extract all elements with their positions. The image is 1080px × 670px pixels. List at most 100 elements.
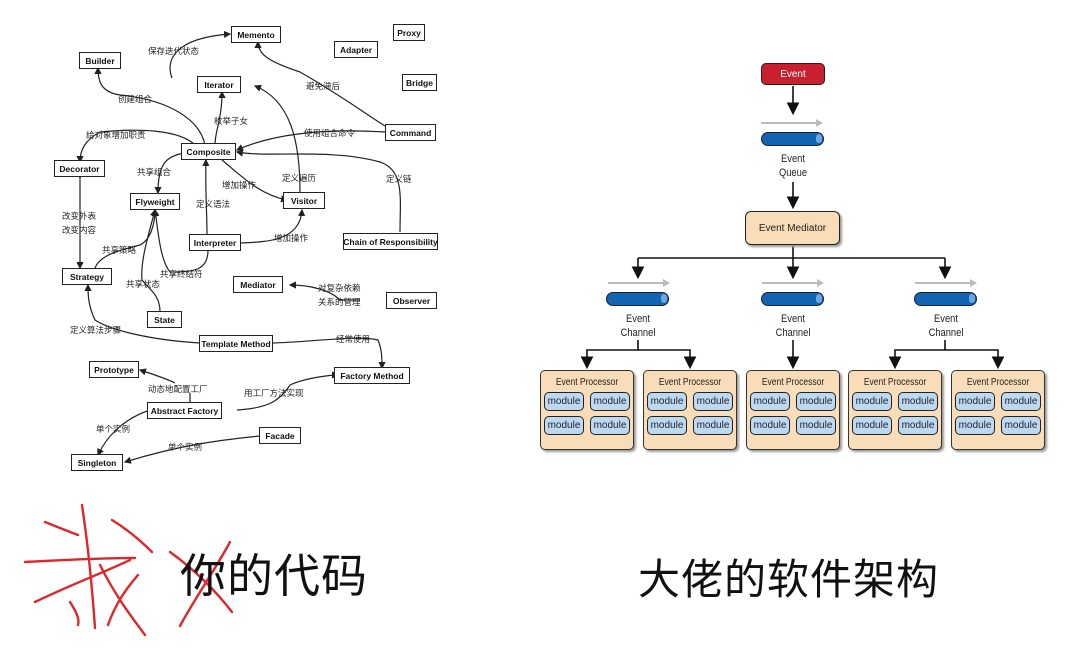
pattern-singleton: Singleton xyxy=(71,454,123,471)
channel-direction-arrow xyxy=(608,279,670,287)
label-define-algorithm-steps: 定义算法步骤 xyxy=(70,326,122,336)
event-processor: Event Processor module module module mod… xyxy=(643,370,737,450)
event-processor-title: Event Processor xyxy=(966,377,1030,388)
label-single-instance-2: 单个实例 xyxy=(168,443,203,453)
event-channel-label: Event Channel xyxy=(921,312,972,340)
label-use-composite-command: 使用组合命令 xyxy=(304,129,356,139)
event-queue-label-line1: Event xyxy=(781,153,805,165)
module: module xyxy=(544,416,584,435)
caption-your-code: 你的代码 xyxy=(180,540,368,606)
label-enumerate-children: 枚举子女 xyxy=(214,117,249,127)
label-share-strategy: 共享策略 xyxy=(102,246,137,256)
module: module xyxy=(898,392,938,411)
scribble-stroke xyxy=(33,558,132,604)
label-define-traversal: 定义遍历 xyxy=(282,174,317,184)
module: module xyxy=(796,416,836,435)
event-mediator-node: Event Mediator xyxy=(745,211,840,245)
label-share-composite: 共享组合 xyxy=(137,168,172,178)
event-queue-label-line2: Queue xyxy=(778,167,808,179)
event-architecture-diagram: Event Event Queue Event Mediator Event C… xyxy=(520,0,1080,490)
event-channel-label-line2: Channel xyxy=(928,327,964,339)
module: module xyxy=(590,416,630,435)
label-create-composite: 创建组合 xyxy=(118,95,153,105)
event-queue-label: Event Queue xyxy=(768,152,819,180)
pattern-template-method: Template Method xyxy=(199,335,273,352)
pattern-abstract-factory: Abstract Factory xyxy=(147,402,222,419)
module: module xyxy=(750,416,790,435)
channel-direction-arrow xyxy=(762,279,824,287)
line-channel3-split-b xyxy=(945,349,1005,370)
event-channel-label: Event Channel xyxy=(768,312,819,340)
pattern-composite: Composite xyxy=(181,143,236,160)
pattern-adapter: Adapter xyxy=(334,41,378,58)
pattern-command: Command xyxy=(385,124,436,141)
module: module xyxy=(1001,416,1041,435)
event-label: Event xyxy=(780,68,806,80)
label-add-operations-2: 增加操作 xyxy=(274,234,309,244)
pattern-facade: Facade xyxy=(259,427,301,444)
label-single-instance-1: 单个实例 xyxy=(96,425,131,435)
event-channel-label: Event Channel xyxy=(613,312,664,340)
label-change-guts: 改变内容 xyxy=(62,226,97,236)
pattern-connectors xyxy=(76,30,402,464)
event-mediator-label: Event Mediator xyxy=(758,222,827,234)
caption-your-code-text: 你的代码 xyxy=(180,549,368,603)
pattern-proxy: Proxy xyxy=(393,24,425,41)
event-channel-label-line1: Event xyxy=(626,313,650,325)
scribble-stroke xyxy=(110,518,154,554)
caption-expert-architecture: 大佬的软件架构 xyxy=(638,555,940,604)
module: module xyxy=(544,392,584,411)
pattern-visitor: Visitor xyxy=(283,192,325,209)
line-channel3-split xyxy=(888,340,946,370)
pattern-interpreter: Interpreter xyxy=(189,234,241,251)
pattern-flyweight: Flyweight xyxy=(130,193,180,210)
module: module xyxy=(750,392,790,411)
label-configure-factory: 动态地配置工厂 xyxy=(148,385,208,395)
event-channel-label-line1: Event xyxy=(934,313,958,325)
module: module xyxy=(955,392,995,411)
module: module xyxy=(693,416,733,435)
module: module xyxy=(1001,392,1041,411)
pattern-bridge: Bridge xyxy=(402,74,437,91)
pattern-prototype: Prototype xyxy=(89,361,139,378)
event-channel-pipe xyxy=(914,292,977,306)
label-save-iter-state: 保存迭代状态 xyxy=(148,47,200,57)
design-patterns-diagram: Memento Proxy Adapter Builder Iterator B… xyxy=(0,0,520,490)
event-channel-label-line2: Channel xyxy=(620,327,656,339)
scribble-stroke xyxy=(23,556,137,564)
pattern-chain-of-responsibility: Chain of Responsibility xyxy=(343,233,438,250)
event-node: Event xyxy=(761,63,825,85)
event-processor: Event Processor module module module mod… xyxy=(746,370,840,450)
event-channel-label-line2: Channel xyxy=(775,327,811,339)
event-processor: Event Processor module module module mod… xyxy=(540,370,634,450)
scribble-stroke xyxy=(68,600,80,627)
event-processor-title: Event Processor xyxy=(863,377,927,388)
line-channel1-split-b xyxy=(638,349,697,370)
module: module xyxy=(693,392,733,411)
label-share-state: 共享状态 xyxy=(126,280,161,290)
pattern-decorator: Decorator xyxy=(54,160,105,177)
scribble-stroke xyxy=(43,520,80,537)
label-complex-deps-2: 关系的管理 xyxy=(318,298,361,308)
channel-direction-arrow xyxy=(915,279,977,287)
pattern-observer: Observer xyxy=(386,292,437,309)
label-implement-with-factory-method: 用工厂方法实现 xyxy=(244,389,304,399)
pattern-state: State xyxy=(147,311,182,328)
module: module xyxy=(852,416,892,435)
pattern-builder: Builder xyxy=(79,52,121,69)
edge-strategy-flyweight xyxy=(94,208,159,269)
module: module xyxy=(898,416,938,435)
label-add-operations-1: 增加操作 xyxy=(222,181,257,191)
event-processor-title: Event Processor xyxy=(658,377,722,388)
label-often-uses: 经常使用 xyxy=(336,335,371,345)
module: module xyxy=(590,392,630,411)
pattern-strategy: Strategy xyxy=(62,268,112,285)
pattern-memento: Memento xyxy=(231,26,281,43)
module: module xyxy=(647,392,687,411)
module: module xyxy=(955,416,995,435)
label-avoid-lag: 避免滞后 xyxy=(306,82,341,92)
edge-configure-prototype xyxy=(138,368,176,384)
event-processor-title: Event Processor xyxy=(555,377,619,388)
label-share-terminals: 共享终结符 xyxy=(160,270,203,280)
module: module xyxy=(647,416,687,435)
